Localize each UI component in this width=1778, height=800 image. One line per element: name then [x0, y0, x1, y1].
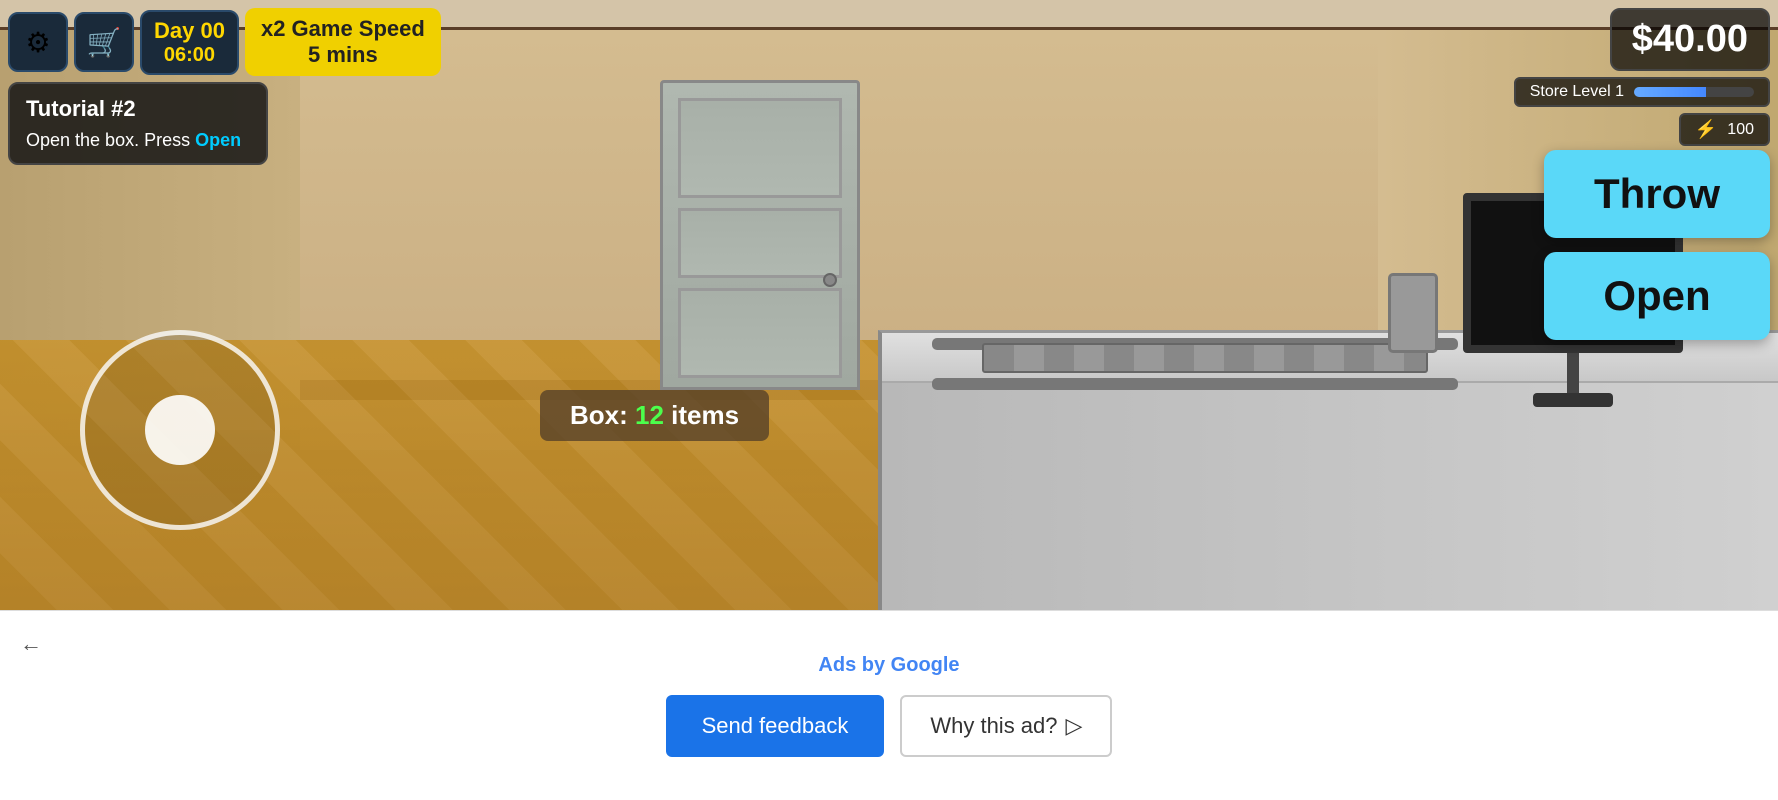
door-panel-mid: [678, 208, 842, 278]
ads-by-text: Ads by: [818, 654, 890, 676]
conveyor-belt: [982, 343, 1428, 373]
speed-label: x2 Game Speed: [261, 16, 425, 42]
day-time-display: Day 00 06:00: [140, 10, 239, 75]
box-items-suffix: items: [664, 400, 739, 430]
door: [660, 80, 860, 390]
time-label: 06:00: [154, 44, 225, 67]
play-icon: ▷: [1066, 713, 1083, 739]
tutorial-before: Open the box. Press: [26, 130, 195, 150]
ad-bar: ← Ads by Google Send feedback Why this a…: [0, 610, 1778, 800]
tutorial-title: Tutorial #2: [26, 96, 250, 122]
box-item-count: 12: [635, 400, 664, 430]
game-speed-button[interactable]: x2 Game Speed 5 mins: [245, 8, 441, 76]
conveyor-rail-bot: [932, 378, 1458, 390]
lightning-icon: ⚡: [1695, 119, 1717, 140]
settings-button[interactable]: ⚙: [8, 12, 68, 72]
card-reader: [1388, 273, 1438, 353]
box-info-label: Box: 12 items: [540, 390, 769, 441]
day-label: Day 00: [154, 18, 225, 44]
hud-top-left: ⚙ 🛒 Day 00 06:00 x2 Game Speed 5 mins Tu…: [8, 8, 441, 165]
monitor-base: [1533, 393, 1613, 407]
tutorial-text: Open the box. Press Open: [26, 130, 250, 151]
why-this-ad-button[interactable]: Why this ad? ▷: [900, 695, 1112, 757]
settings-icon: ⚙: [25, 26, 50, 59]
game-viewport: Box: 12 items ⚙ 🛒 Day 00 06:00 x2 Game S…: [0, 0, 1778, 610]
cart-button[interactable]: 🛒: [74, 12, 134, 72]
door-panel-bot: [678, 288, 842, 378]
cart-icon: 🛒: [87, 26, 122, 59]
ad-label: Ads by Google: [818, 654, 959, 677]
store-level-label: Store Level 1: [1530, 83, 1624, 101]
tutorial-box: Tutorial #2 Open the box. Press Open: [8, 82, 268, 165]
hud-top-right: $40.00 Store Level 1 ⚡ 100: [1514, 8, 1770, 146]
tutorial-open-link[interactable]: Open: [195, 130, 241, 150]
why-this-ad-text: Why this ad?: [930, 713, 1057, 739]
send-feedback-button[interactable]: Send feedback: [666, 695, 885, 757]
monitor-stand: [1567, 353, 1579, 393]
google-text: Google: [891, 654, 960, 676]
throw-button[interactable]: Throw: [1544, 150, 1770, 238]
door-knob: [823, 273, 837, 287]
joystick-dot[interactable]: [145, 395, 215, 465]
door-panel-top: [678, 98, 842, 198]
speed-sub: 5 mins: [261, 42, 425, 68]
store-level-display: Store Level 1: [1514, 77, 1770, 107]
ad-buttons: Send feedback Why this ad? ▷: [666, 695, 1113, 757]
checkout-counter: [878, 330, 1778, 610]
open-button[interactable]: Open: [1544, 252, 1770, 340]
joystick-ring[interactable]: [80, 330, 280, 530]
xp-value: 100: [1727, 121, 1754, 139]
level-progress-bar: [1634, 87, 1754, 97]
hud-row-icons: ⚙ 🛒 Day 00 06:00 x2 Game Speed 5 mins: [8, 8, 441, 76]
xp-display: ⚡ 100: [1679, 113, 1770, 146]
money-display: $40.00: [1610, 8, 1770, 71]
level-progress-fill: [1634, 87, 1706, 97]
action-buttons: Throw Open: [1544, 150, 1770, 340]
ad-back-arrow[interactable]: ←: [20, 631, 42, 657]
box-label-text: Box:: [570, 400, 635, 430]
joystick-control[interactable]: [80, 330, 280, 530]
